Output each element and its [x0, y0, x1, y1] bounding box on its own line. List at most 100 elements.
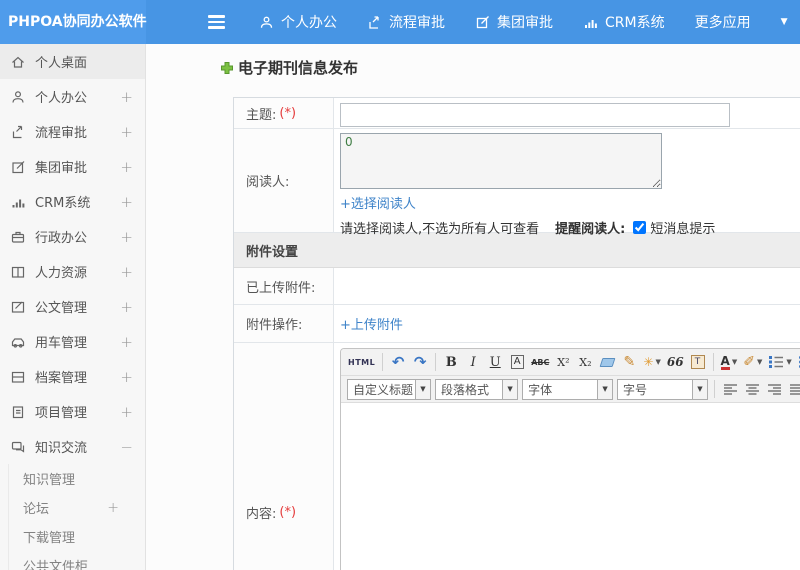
expand-plus-icon[interactable]: +	[120, 403, 133, 421]
nav-group-approval[interactable]: 集团审批	[475, 12, 553, 32]
sidebar-item-group-approval[interactable]: 集团审批 +	[0, 149, 145, 184]
blockquote-button[interactable]: 66	[665, 352, 686, 373]
required-mark: (*)	[279, 105, 297, 121]
sidebar-subitem-public-file-cabinet[interactable]: 公共文件柜	[9, 551, 145, 570]
bar-chart-icon	[585, 19, 597, 28]
top-header: PHPOA协同办公软件 个人办公 流程审批 集团审批 CRM系统 更多应用 ▼	[0, 0, 800, 44]
expand-plus-icon[interactable]: +	[120, 88, 133, 106]
custom-heading-select[interactable]: 自定义标题 ▼	[347, 378, 431, 400]
sidebar-item-vehicle-management[interactable]: 用车管理 +	[0, 324, 145, 359]
nav-label: 个人办公	[281, 15, 337, 31]
readers-row: 阅读人: 0 +选择阅读人 请选择阅读人,不选为所有人可查看 提醒阅读人: 短消…	[234, 129, 800, 237]
caret-down-icon: ▼	[756, 358, 763, 366]
sidebar-subitem-knowledge-management[interactable]: 知识管理	[9, 464, 145, 493]
sidebar-item-project-management[interactable]: 项目管理 +	[0, 394, 145, 429]
content-label: 内容:	[246, 507, 277, 522]
subject-input[interactable]	[340, 103, 730, 127]
book-icon	[11, 266, 25, 278]
caret-down-icon: ▼	[692, 379, 707, 399]
expand-plus-icon[interactable]: +	[120, 298, 133, 316]
upload-attachment-link[interactable]: +上传附件	[340, 314, 403, 333]
user-icon	[12, 90, 24, 103]
sidebar-item-administrative-office[interactable]: 行政办公 +	[0, 219, 145, 254]
superscript-button[interactable]: X²	[553, 352, 573, 373]
unordered-list-icon[interactable]	[796, 352, 800, 373]
sidebar-subgroup-knowledge: 知识管理 论坛 + 下载管理 公共文件柜	[8, 464, 145, 570]
align-right-icon[interactable]	[764, 379, 784, 400]
caret-down-icon: ▼	[597, 379, 613, 399]
readers-textarea[interactable]: 0	[340, 133, 662, 189]
highlight-color-icon[interactable]: ✐ ▼	[741, 352, 764, 373]
sidebar-item-human-resources[interactable]: 人力资源 +	[0, 254, 145, 289]
expand-plus-icon[interactable]: +	[107, 500, 119, 516]
expand-plus-icon[interactable]: +	[120, 263, 133, 281]
font-family-select[interactable]: 字体 ▼	[522, 378, 614, 400]
home-icon	[12, 56, 24, 68]
edit-icon	[476, 15, 489, 28]
sidebar-subitem-forum[interactable]: 论坛 +	[9, 493, 145, 522]
expand-plus-icon[interactable]: +	[120, 193, 133, 211]
hamburger-menu-icon[interactable]	[208, 15, 225, 29]
uploaded-attachments-label: 已上传附件:	[246, 280, 316, 296]
underline-button[interactable]: U	[485, 352, 505, 373]
expand-plus-icon[interactable]: +	[120, 333, 133, 351]
editor-content-area[interactable]	[341, 403, 800, 570]
select-readers-link[interactable]: +选择阅读人	[340, 193, 416, 212]
remind-readers-label: 提醒阅读人:	[555, 222, 626, 237]
align-left-icon[interactable]	[720, 379, 740, 400]
align-justify-icon[interactable]	[786, 379, 800, 400]
nav-label: 集团审批	[497, 15, 553, 31]
nav-crm-system[interactable]: CRM系统	[583, 12, 665, 32]
eraser-icon[interactable]	[597, 352, 617, 373]
rich-text-editor: HTML ↶ ↷ B I U A ABC X² X₂ ✎ ✳ ▼ 66 T A …	[340, 348, 800, 570]
publish-form: 主题: (*) 阅读人: 0 +选择阅读人 请选择阅读人,不选为所有人可查看 提…	[233, 97, 800, 570]
expand-plus-icon[interactable]: +	[120, 123, 133, 141]
nav-personal-office[interactable]: 个人办公	[259, 12, 337, 32]
expand-plus-icon[interactable]: +	[120, 228, 133, 246]
sidebar-item-personal-office[interactable]: 个人办公 +	[0, 79, 145, 114]
bold-button[interactable]: B	[441, 352, 461, 373]
readers-label: 阅读人:	[246, 175, 290, 190]
sidebar-item-personal-desktop[interactable]: 个人桌面	[0, 44, 145, 79]
app-logo: PHPOA协同办公软件	[0, 0, 147, 44]
caret-down-icon: ▼	[415, 379, 430, 399]
align-center-icon[interactable]	[742, 379, 762, 400]
paste-text-icon[interactable]: T	[688, 352, 708, 373]
subject-row: 主题: (*)	[234, 98, 800, 129]
chevron-down-icon[interactable]: ▼	[781, 17, 788, 27]
paragraph-format-select[interactable]: 段落格式 ▼	[435, 378, 519, 400]
clipboard-icon	[12, 405, 24, 418]
ordered-list-icon[interactable]: ▼	[766, 352, 793, 373]
caret-down-icon: ▼	[502, 379, 518, 399]
format-brush-icon[interactable]: ✎	[619, 352, 639, 373]
sidebar-item-knowledge-exchange[interactable]: 知识交流 −	[0, 429, 145, 464]
attachment-operation-label: 附件操作:	[246, 318, 303, 333]
font-color-button[interactable]: A ▼	[719, 352, 740, 373]
strikethrough-button[interactable]: ABC	[529, 352, 551, 373]
italic-button[interactable]: I	[463, 352, 483, 373]
nav-label: CRM系统	[605, 15, 665, 31]
car-icon	[11, 337, 25, 348]
sidebar-subitem-download-management[interactable]: 下载管理	[9, 522, 145, 551]
font-style-button[interactable]: A	[507, 352, 527, 373]
redo-icon[interactable]: ↷	[410, 352, 430, 373]
expand-plus-icon[interactable]: +	[120, 368, 133, 386]
expand-plus-icon[interactable]: +	[120, 158, 133, 176]
sidebar-item-archive-management[interactable]: 档案管理 +	[0, 359, 145, 394]
top-navigation: 个人办公 流程审批 集团审批 CRM系统 更多应用 ▼	[259, 12, 788, 32]
auto-format-icon[interactable]: ✳ ▼	[641, 352, 662, 373]
html-source-button[interactable]: HTML	[346, 352, 377, 373]
sidebar-item-crm-system[interactable]: CRM系统 +	[0, 184, 145, 219]
undo-icon[interactable]: ↶	[388, 352, 408, 373]
collapse-minus-icon[interactable]: −	[120, 438, 133, 456]
flow-icon	[369, 15, 379, 29]
nav-workflow-approval[interactable]: 流程审批	[367, 12, 445, 32]
nav-more-apps[interactable]: 更多应用	[695, 12, 751, 32]
font-size-select[interactable]: 字号 ▼	[617, 378, 708, 400]
readers-note-text: 请选择阅读人,不选为所有人可查看	[340, 222, 540, 237]
caret-down-icon: ▼	[731, 358, 738, 366]
sidebar-item-workflow-approval[interactable]: 流程审批 +	[0, 114, 145, 149]
subscript-button[interactable]: X₂	[575, 352, 595, 373]
sms-remind-checkbox[interactable]	[633, 221, 647, 234]
sidebar-item-document-management[interactable]: 公文管理 +	[0, 289, 145, 324]
